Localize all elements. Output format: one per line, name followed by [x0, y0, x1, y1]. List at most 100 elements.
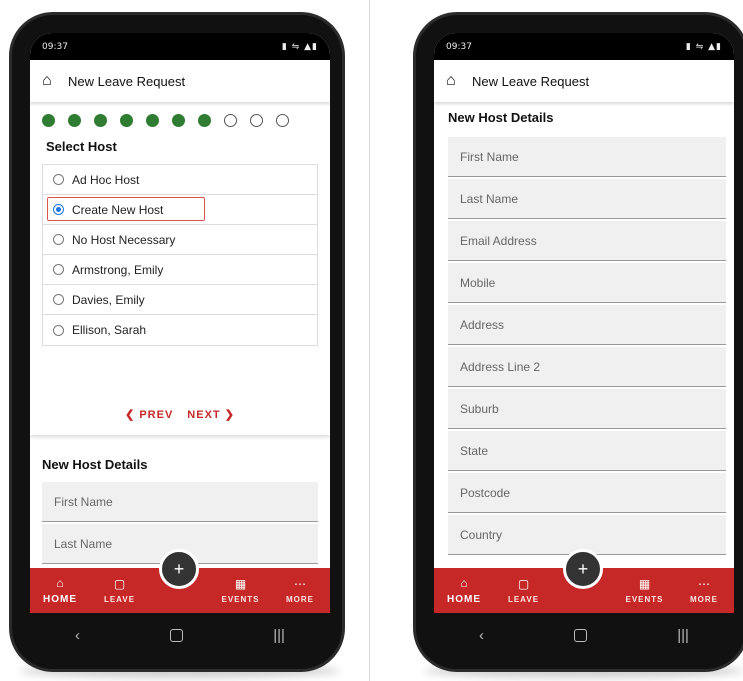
- prev-button[interactable]: ❮ PREV: [125, 408, 173, 421]
- address-field[interactable]: Address: [448, 305, 726, 345]
- email-address-field[interactable]: Email Address: [448, 221, 726, 261]
- app-bar: ⌂ New Leave Request: [434, 60, 734, 102]
- nav-label: MORE: [690, 595, 718, 604]
- step-dot-complete: [146, 114, 159, 127]
- mobile-field[interactable]: Mobile: [448, 263, 726, 303]
- nav-label: LEAVE: [103, 595, 136, 604]
- radio-button-selected[interactable]: [53, 204, 64, 215]
- last-name-field[interactable]: Last Name: [448, 179, 726, 219]
- panel-divider: [369, 0, 370, 681]
- nav-more[interactable]: ⋯ MORE: [276, 568, 324, 613]
- radio-label: Davies, Emily: [72, 292, 145, 307]
- home-button-icon[interactable]: [170, 628, 184, 642]
- nav-label: MORE: [286, 595, 314, 604]
- step-dot-pending: [276, 114, 289, 127]
- step-dot-complete: [68, 114, 81, 127]
- new-host-details-section: New Host Details First Name Last Name: [30, 435, 330, 564]
- step-dot-pending: [224, 114, 237, 127]
- phone-screen: 09:37 ▮ ⇋ ▲▮ ⌂ New Leave Request Select …: [30, 33, 330, 613]
- select-host-card: Select Host Ad Hoc Host Create New Host …: [30, 102, 330, 435]
- add-fab-button[interactable]: +: [563, 549, 603, 589]
- recents-icon[interactable]: |||: [677, 627, 689, 644]
- state-field[interactable]: State: [448, 431, 726, 471]
- first-name-field[interactable]: First Name: [42, 482, 318, 522]
- step-dot-complete: [172, 114, 185, 127]
- back-icon[interactable]: ‹: [75, 627, 80, 644]
- status-bar: 09:37 ▮ ⇋ ▲▮: [434, 33, 734, 60]
- nav-events[interactable]: ▦ EVENTS: [217, 568, 265, 613]
- status-bar: 09:37 ▮ ⇋ ▲▮: [30, 33, 330, 60]
- radio-label: Ellison, Sarah: [72, 323, 147, 337]
- radio-label: No Host Necessary: [72, 232, 176, 247]
- nav-more[interactable]: ⋯ MORE: [680, 568, 728, 613]
- more-icon: ⋯: [698, 577, 710, 591]
- postcode-field[interactable]: Postcode: [448, 473, 726, 513]
- selection-highlight: [47, 197, 205, 221]
- more-icon: ⋯: [294, 577, 306, 591]
- main-content: New Host Details First Name Last Name Em…: [434, 102, 734, 613]
- nav-label: EVENTS: [221, 595, 260, 604]
- status-icons: ▮ ⇋ ▲▮: [281, 41, 318, 52]
- nav-label: HOME: [447, 594, 481, 605]
- app-bar: ⌂ New Leave Request: [30, 60, 330, 102]
- host-details-form: First Name Last Name Email Address Mobil…: [434, 137, 734, 555]
- nav-leave[interactable]: ▢ LEAVE: [96, 568, 144, 613]
- home-icon: ⌂: [56, 576, 64, 590]
- nav-leave[interactable]: ▢ LEAVE: [500, 568, 548, 613]
- home-icon[interactable]: ⌂: [42, 72, 64, 90]
- nav-label: LEAVE: [507, 595, 540, 604]
- system-nav-bar: ‹ |||: [30, 613, 330, 657]
- page-title: New Leave Request: [472, 73, 590, 89]
- screenshot-canvas: 09:37 ▮ ⇋ ▲▮ ⌂ New Leave Request Select …: [0, 0, 743, 681]
- system-nav-bar: ‹ |||: [434, 613, 734, 657]
- status-time: 09:37: [446, 41, 472, 52]
- nav-label: HOME: [43, 594, 77, 605]
- status-time: 09:37: [42, 41, 68, 52]
- radio-button[interactable]: [53, 324, 64, 336]
- briefcase-icon: ▢: [113, 577, 126, 591]
- home-icon: ⌂: [460, 576, 468, 590]
- address-line-2-field[interactable]: Address Line 2: [448, 347, 726, 387]
- page-title: New Leave Request: [68, 73, 186, 89]
- home-button-icon[interactable]: [574, 628, 588, 642]
- status-icons: ▮ ⇋ ▲▮: [685, 41, 722, 52]
- radio-button[interactable]: [53, 264, 64, 275]
- main-content: Select Host Ad Hoc Host Create New Host …: [30, 102, 330, 613]
- next-button[interactable]: NEXT ❯: [187, 408, 235, 421]
- nav-events[interactable]: ▦ EVENTS: [621, 568, 669, 613]
- wizard-nav: ❮ PREV NEXT ❯: [30, 408, 330, 421]
- step-dot-complete: [198, 114, 211, 127]
- phone-right: 09:37 ▮ ⇋ ▲▮ ⌂ New Leave Request New Hos…: [413, 12, 743, 672]
- step-dot-pending: [250, 114, 263, 127]
- radio-option-create-new-host[interactable]: Create New Host: [43, 195, 317, 225]
- back-icon[interactable]: ‹: [479, 627, 484, 644]
- host-radio-list: Ad Hoc Host Create New Host No Host Nece…: [42, 164, 318, 346]
- radio-option-davies-emily[interactable]: Davies, Emily: [43, 285, 317, 315]
- calendar-icon: ▦: [638, 577, 651, 591]
- add-fab-button[interactable]: +: [159, 549, 199, 589]
- briefcase-icon: ▢: [517, 577, 530, 591]
- radio-option-ellison-sarah[interactable]: Ellison, Sarah: [43, 315, 317, 345]
- calendar-icon: ▦: [234, 577, 247, 591]
- section-title: Select Host: [46, 139, 117, 154]
- radio-option-ad-hoc-host[interactable]: Ad Hoc Host: [43, 165, 317, 195]
- suburb-field[interactable]: Suburb: [448, 389, 726, 429]
- home-icon[interactable]: ⌂: [446, 72, 468, 90]
- radio-option-armstrong-emily[interactable]: Armstrong, Emily: [43, 255, 317, 285]
- recents-icon[interactable]: |||: [273, 627, 285, 644]
- radio-button[interactable]: [53, 174, 64, 185]
- radio-button[interactable]: [53, 234, 64, 245]
- phone-screen: 09:37 ▮ ⇋ ▲▮ ⌂ New Leave Request New Hos…: [434, 33, 734, 613]
- step-indicator: [38, 114, 322, 127]
- nav-home[interactable]: ⌂ HOME: [440, 568, 488, 613]
- radio-button[interactable]: [53, 294, 64, 305]
- radio-label: Armstrong, Emily: [72, 262, 164, 277]
- radio-label: Ad Hoc Host: [72, 172, 140, 187]
- radio-option-no-host-necessary[interactable]: No Host Necessary: [43, 225, 317, 255]
- nav-home[interactable]: ⌂ HOME: [36, 568, 84, 613]
- first-name-field[interactable]: First Name: [448, 137, 726, 177]
- nav-label: EVENTS: [625, 595, 664, 604]
- section-title: New Host Details: [448, 110, 554, 125]
- step-dot-complete: [42, 114, 55, 127]
- section-title: New Host Details: [42, 457, 148, 472]
